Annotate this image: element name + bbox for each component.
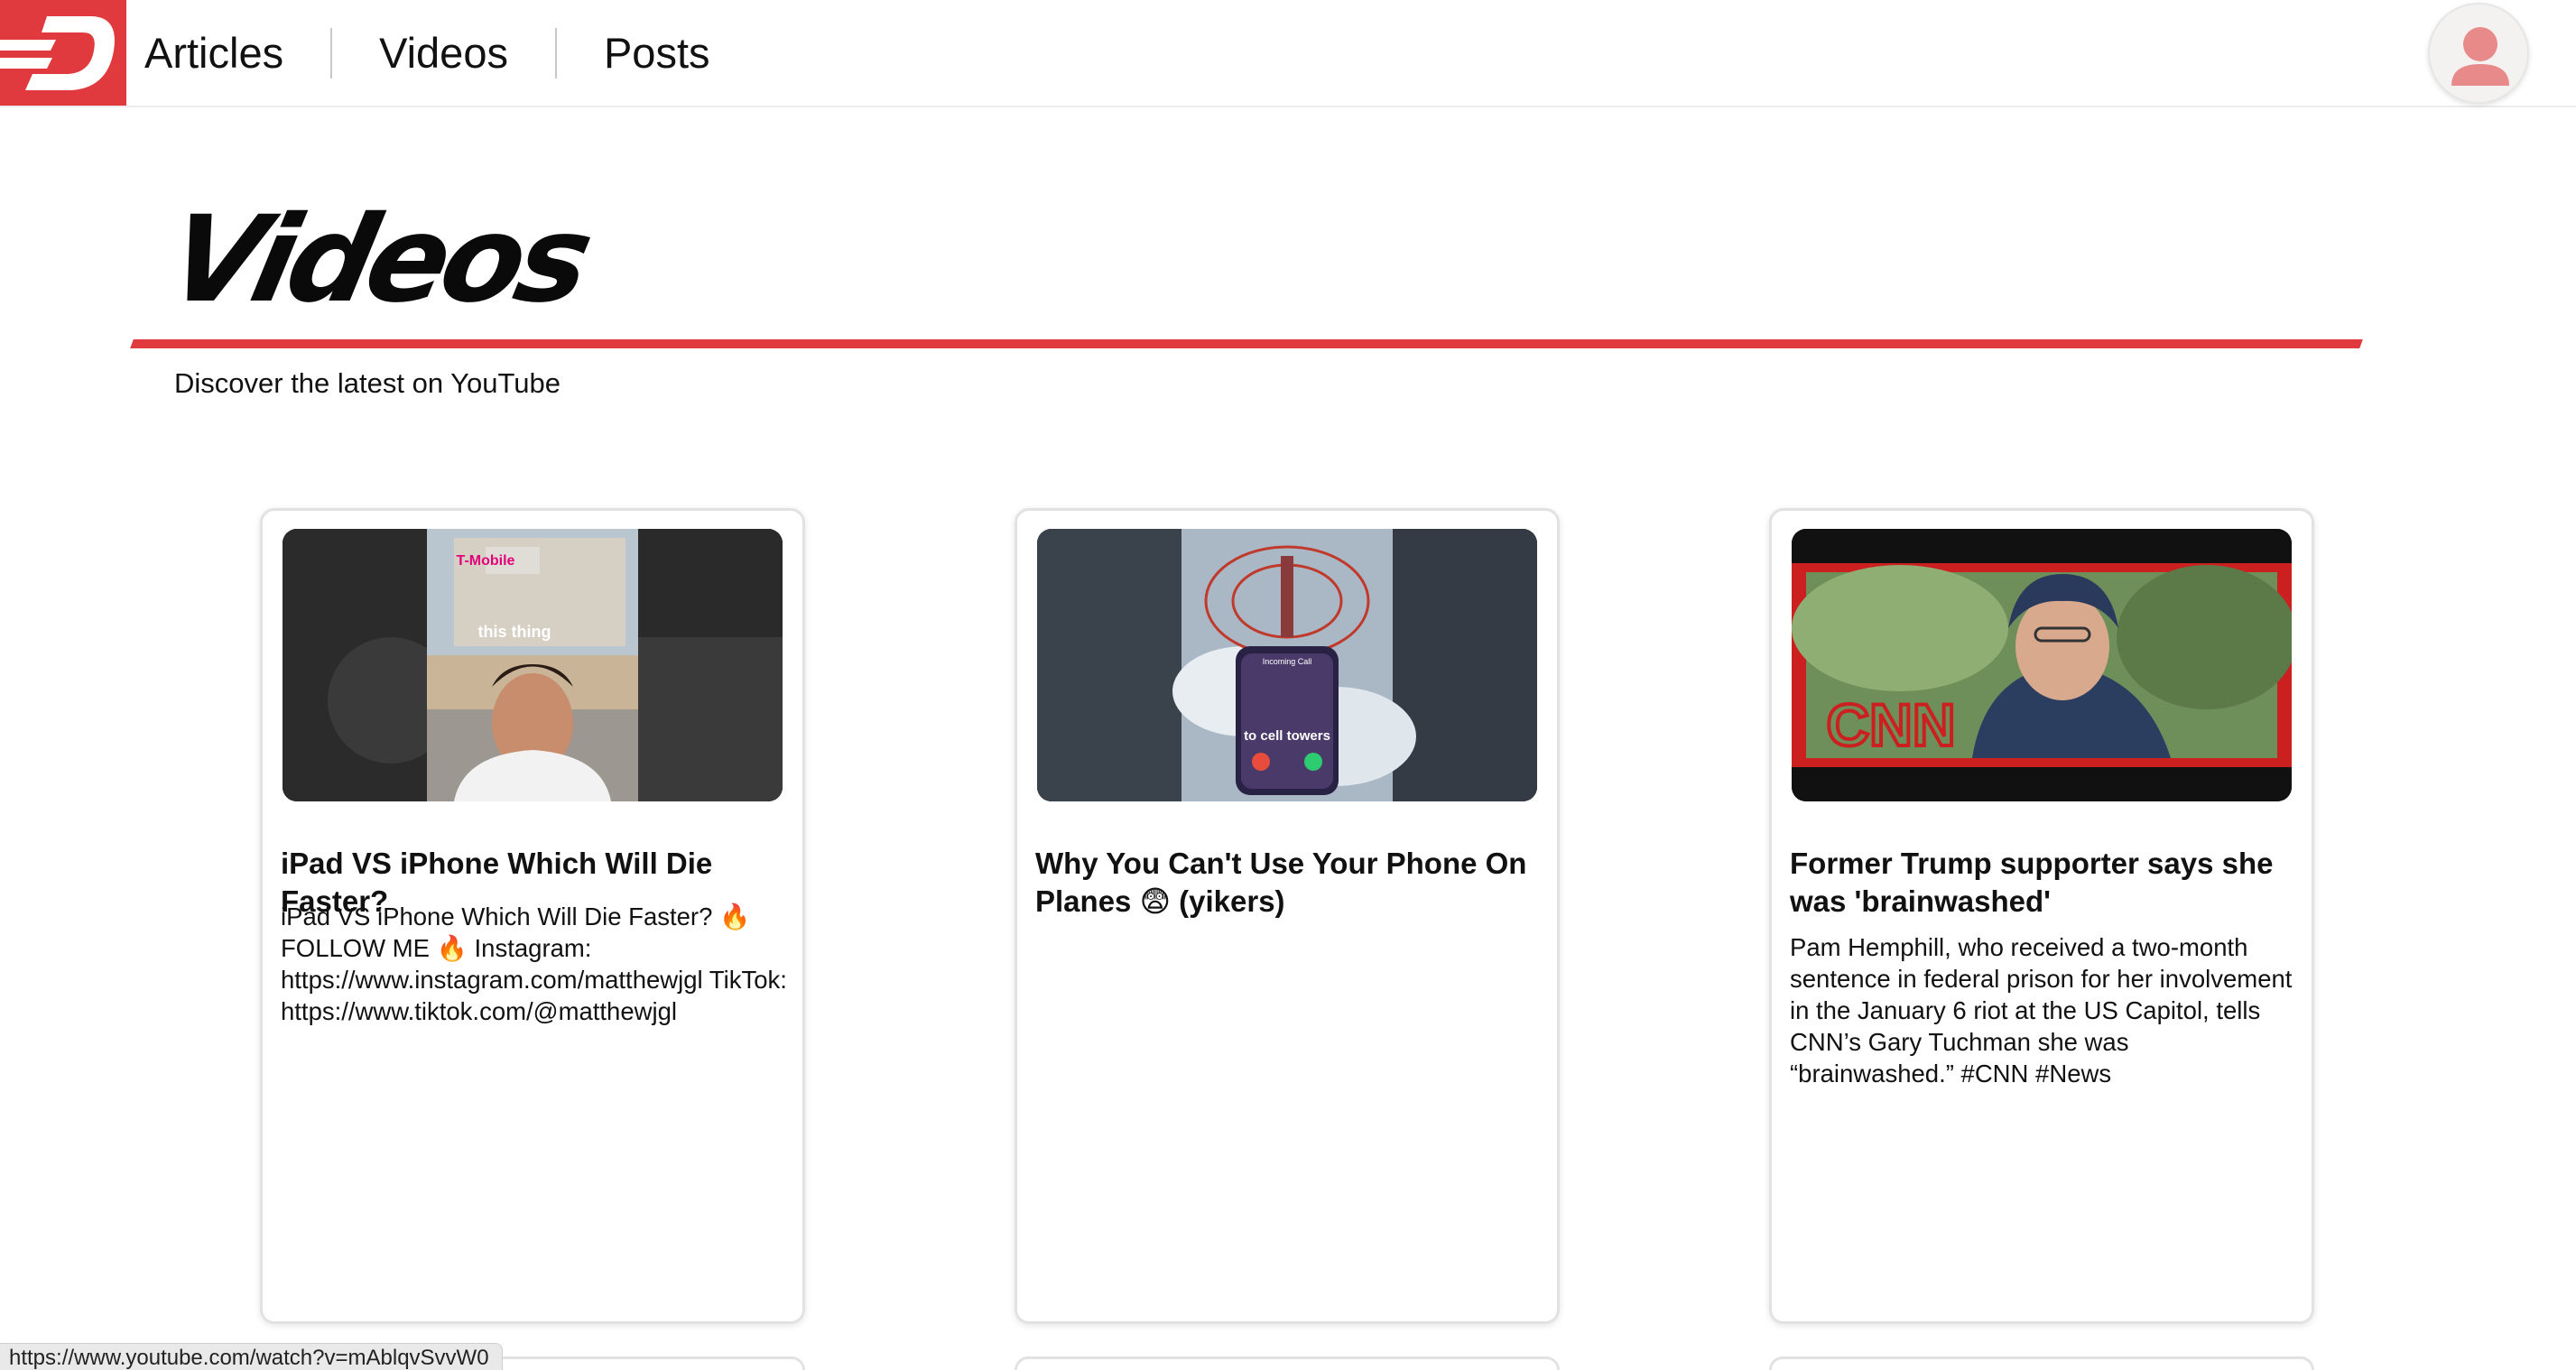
status-bar-url: https://www.youtube.com/watch?v=mAblqvSv…: [0, 1343, 503, 1370]
thumbnail-caption: to cell towers: [1244, 728, 1330, 744]
video-thumbnail[interactable]: Incoming Call to cell towers: [1037, 529, 1537, 801]
video-title[interactable]: Former Trump supporter says she was 'bra…: [1790, 845, 2295, 921]
video-card[interactable]: T-Mobile this thing iPad VS iPhone Which …: [260, 508, 805, 1324]
video-title[interactable]: Why You Can't Use Your Phone On Planes 😨…: [1035, 845, 1541, 921]
nav-posts[interactable]: Posts: [557, 32, 757, 74]
user-icon: [2451, 27, 2509, 86]
brand-logo[interactable]: [0, 0, 126, 106]
page-title: Videos: [156, 190, 598, 329]
video-description: Pam Hemphill, who received a two-month s…: [1790, 933, 2293, 1088]
user-avatar[interactable]: [2428, 3, 2529, 104]
video-thumbnail[interactable]: T-Mobile this thing: [283, 529, 783, 801]
nav-articles[interactable]: Articles: [144, 32, 330, 74]
thumbnail-sign-text: T-Mobile: [457, 553, 515, 569]
video-card[interactable]: Incoming Call to cell towers Why You Can'…: [1015, 508, 1560, 1324]
brand-logo-icon: [0, 0, 126, 106]
main-nav: Articles Videos Posts: [144, 0, 757, 106]
cnn-logo: CNN: [1827, 691, 1956, 758]
title-underline: [130, 339, 2363, 348]
video-card[interactable]: CNN Former Trump supporter says she was …: [1769, 508, 2314, 1324]
top-navigation-bar: Articles Videos Posts: [0, 0, 2576, 107]
video-card[interactable]: [1769, 1356, 2314, 1370]
video-thumbnail[interactable]: CNN: [1792, 529, 2292, 801]
video-description: iPad VS iPhone Which Will Die Faster? 🔥 …: [281, 903, 787, 1025]
thumbnail-call-label: Incoming Call: [1263, 657, 1312, 666]
nav-videos[interactable]: Videos: [332, 32, 555, 74]
page-subtitle: Discover the latest on YouTube: [174, 367, 561, 399]
video-card[interactable]: [1015, 1356, 1560, 1370]
thumbnail-caption: this thing: [478, 623, 551, 641]
